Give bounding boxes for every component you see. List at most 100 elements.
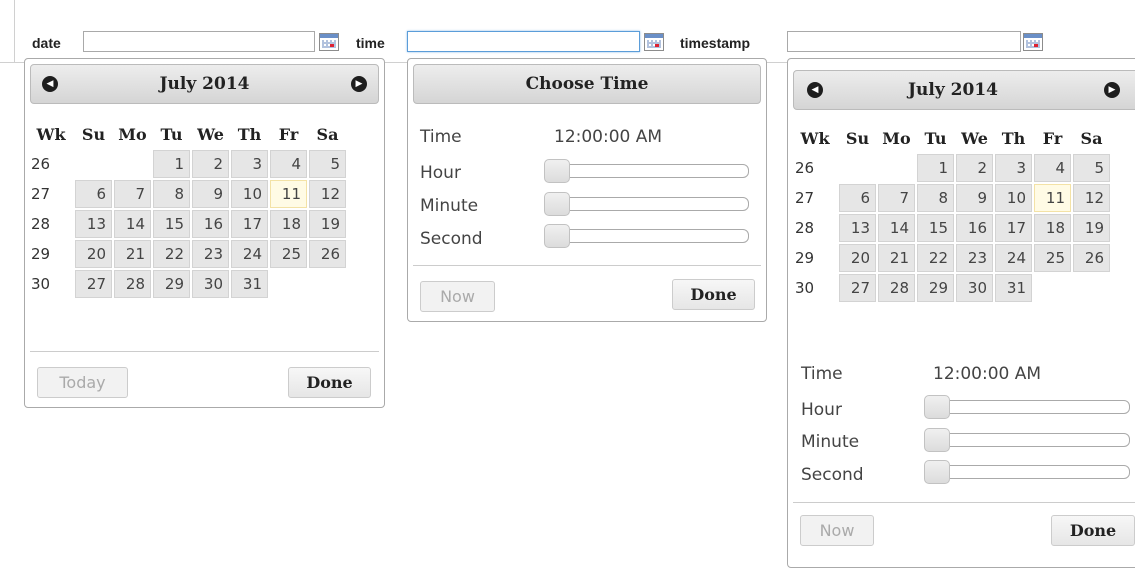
calendar-day[interactable]: 29: [917, 274, 954, 302]
calendar-day[interactable]: 20: [75, 240, 112, 268]
calendar-day[interactable]: 14: [878, 214, 915, 242]
time-input[interactable]: [407, 31, 640, 52]
calendar-day[interactable]: 26: [309, 240, 346, 268]
calendar-day[interactable]: 23: [956, 244, 993, 272]
calendar-icon[interactable]: [1023, 33, 1043, 51]
slider-handle[interactable]: [924, 428, 950, 452]
timestamp-picker-header: ◀ July 2014 ▶: [793, 70, 1135, 110]
now-button[interactable]: Now: [420, 281, 495, 312]
calendar-day[interactable]: 12: [309, 180, 346, 208]
now-button[interactable]: Now: [800, 515, 874, 546]
calendar-day[interactable]: 18: [1034, 214, 1071, 242]
hour-label: Hour: [801, 400, 842, 420]
minute-label: Minute: [420, 196, 479, 216]
calendar-day[interactable]: 16: [956, 214, 993, 242]
calendar-day[interactable]: 21: [114, 240, 151, 268]
slider-handle[interactable]: [544, 192, 570, 216]
calendar-day[interactable]: 15: [917, 214, 954, 242]
calendar-day[interactable]: 10: [995, 184, 1032, 212]
calendar-day[interactable]: 16: [192, 210, 229, 238]
calendar-day[interactable]: 26: [1073, 244, 1110, 272]
second-slider[interactable]: [544, 224, 749, 248]
calendar-day[interactable]: 14: [114, 210, 151, 238]
calendar-day[interactable]: 19: [309, 210, 346, 238]
weekday-header: Th: [1001, 128, 1026, 148]
calendar-day[interactable]: 29: [153, 270, 190, 298]
month-title: July 2014: [908, 80, 998, 100]
calendar-day[interactable]: 25: [270, 240, 307, 268]
calendar-day[interactable]: 27: [75, 270, 112, 298]
calendar-day[interactable]: 15: [153, 210, 190, 238]
calendar-day[interactable]: 3: [231, 150, 268, 178]
done-button[interactable]: Done: [1051, 515, 1135, 546]
calendar-day[interactable]: 20: [839, 244, 876, 272]
calendar-day[interactable]: 10: [231, 180, 268, 208]
calendar-day[interactable]: 12: [1073, 184, 1110, 212]
calendar-day[interactable]: 19: [1073, 214, 1110, 242]
calendar-day[interactable]: 31: [995, 274, 1032, 302]
next-month-button[interactable]: ▶: [351, 76, 367, 92]
weekday-header: Tu: [160, 124, 183, 144]
calendar-day[interactable]: 17: [995, 214, 1032, 242]
calendar-day[interactable]: 22: [153, 240, 190, 268]
calendar-day[interactable]: 13: [839, 214, 876, 242]
calendar-day[interactable]: 18: [270, 210, 307, 238]
date-label: date: [32, 35, 61, 51]
done-button[interactable]: Done: [672, 279, 755, 310]
done-button[interactable]: Done: [288, 367, 371, 398]
calendar-day[interactable]: 5: [1073, 154, 1110, 182]
calendar-day[interactable]: 31: [231, 270, 268, 298]
calendar-day[interactable]: 2: [956, 154, 993, 182]
minute-slider[interactable]: [544, 192, 749, 216]
calendar-day[interactable]: 23: [192, 240, 229, 268]
calendar-day[interactable]: 9: [956, 184, 993, 212]
calendar-day[interactable]: 7: [878, 184, 915, 212]
weekday-header: Sa: [316, 124, 339, 144]
calendar-day[interactable]: 17: [231, 210, 268, 238]
today-button[interactable]: Today: [37, 367, 128, 398]
slider-handle[interactable]: [544, 159, 570, 183]
calendar-day[interactable]: 2: [192, 150, 229, 178]
calendar-day[interactable]: 7: [114, 180, 151, 208]
calendar-day[interactable]: 3: [995, 154, 1032, 182]
calendar-day[interactable]: 21: [878, 244, 915, 272]
empty-day-cell: [878, 154, 915, 182]
second-slider[interactable]: [924, 460, 1130, 484]
minute-label: Minute: [801, 432, 860, 452]
calendar-day[interactable]: 9: [192, 180, 229, 208]
slider-handle[interactable]: [924, 395, 950, 419]
calendar-day[interactable]: 1: [153, 150, 190, 178]
time-label: time: [356, 35, 385, 51]
date-input[interactable]: [83, 31, 315, 52]
calendar-day-today[interactable]: 11: [1034, 184, 1071, 212]
calendar-day[interactable]: 24: [231, 240, 268, 268]
calendar-day[interactable]: 1: [917, 154, 954, 182]
hour-slider[interactable]: [924, 395, 1130, 419]
calendar-day[interactable]: 28: [114, 270, 151, 298]
calendar-icon[interactable]: [319, 33, 339, 51]
calendar-day[interactable]: 5: [309, 150, 346, 178]
calendar-day[interactable]: 30: [192, 270, 229, 298]
calendar-day[interactable]: 6: [839, 184, 876, 212]
calendar-day[interactable]: 8: [153, 180, 190, 208]
timestamp-input[interactable]: [787, 31, 1021, 52]
calendar-day[interactable]: 6: [75, 180, 112, 208]
calendar-day[interactable]: 27: [839, 274, 876, 302]
hour-slider[interactable]: [544, 159, 749, 183]
calendar-day[interactable]: 22: [917, 244, 954, 272]
calendar-day-today[interactable]: 11: [270, 180, 307, 208]
slider-handle[interactable]: [924, 460, 950, 484]
calendar-day[interactable]: 13: [75, 210, 112, 238]
calendar-day[interactable]: 4: [1034, 154, 1071, 182]
calendar-day[interactable]: 4: [270, 150, 307, 178]
slider-handle[interactable]: [544, 224, 570, 248]
calendar-icon[interactable]: [644, 33, 664, 51]
calendar-day[interactable]: 24: [995, 244, 1032, 272]
minute-slider[interactable]: [924, 428, 1130, 452]
calendar-day[interactable]: 25: [1034, 244, 1071, 272]
week-number: 29: [795, 249, 815, 267]
calendar-day[interactable]: 28: [878, 274, 915, 302]
calendar-day[interactable]: 8: [917, 184, 954, 212]
calendar-day[interactable]: 30: [956, 274, 993, 302]
next-month-button[interactable]: ▶: [1104, 82, 1120, 98]
